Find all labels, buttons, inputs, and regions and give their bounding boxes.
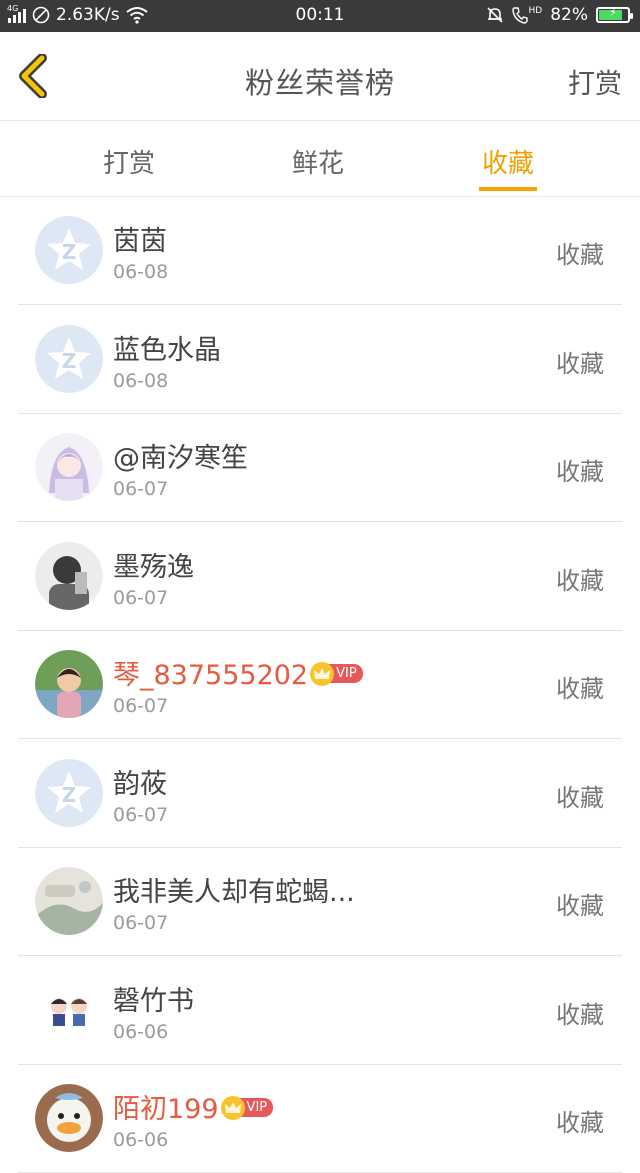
crown-icon xyxy=(310,661,335,686)
avatar[interactable] xyxy=(35,650,103,718)
vip-badge: VIP xyxy=(220,1095,274,1120)
list-item[interactable]: 墨殇逸 06-07 收藏 xyxy=(18,523,622,631)
list-item[interactable]: 琴_837555202 VIP 06-07 收藏 xyxy=(18,631,622,739)
status-bar: 4G 2.63K/s 00:11 HD 82% ⚡ xyxy=(0,0,640,32)
avatar[interactable] xyxy=(35,975,103,1044)
item-date: 06-08 xyxy=(113,369,169,392)
user-name-text: @南汐寒笙 xyxy=(113,443,248,474)
item-date: 06-07 xyxy=(113,586,169,609)
avatar[interactable] xyxy=(35,433,103,501)
favorite-label: 收藏 xyxy=(556,566,604,595)
user-name-text: 琴_837555202 xyxy=(113,660,309,691)
list-item[interactable]: @南汐寒笙 06-07 收藏 xyxy=(18,414,622,522)
favorite-label: 收藏 xyxy=(556,1000,604,1029)
header: 粉丝荣誉榜 打赏 xyxy=(0,32,640,121)
svg-text:Z: Z xyxy=(62,240,77,264)
favorite-label: 收藏 xyxy=(556,675,604,703)
avatar[interactable] xyxy=(35,1084,103,1152)
user-name-text: 陌初199 xyxy=(113,1094,219,1125)
list-item[interactable]: 磬竹书 06-06 收藏 xyxy=(18,957,622,1065)
item-date: 06-06 xyxy=(113,1129,169,1151)
favorite-label: 收藏 xyxy=(556,349,604,378)
mute-bell-icon xyxy=(486,7,503,23)
favorite-label: 收藏 xyxy=(556,241,604,269)
battery-icon: ⚡ xyxy=(596,6,633,23)
list-item[interactable]: Z 韵莜 06-07 收藏 xyxy=(18,740,622,848)
avatar[interactable]: Z xyxy=(35,216,103,284)
user-name: 磬竹书 xyxy=(113,979,194,1018)
signal-icon: 4G xyxy=(7,4,26,23)
no-sim-icon xyxy=(32,6,50,24)
user-name-text: 韵莜 xyxy=(113,768,167,800)
list-item[interactable]: Z 茵茵 06-08 收藏 xyxy=(18,197,622,305)
network-speed: 2.63K/s xyxy=(56,5,120,25)
user-name: @南汐寒笙 xyxy=(113,436,248,475)
item-date: 06-07 xyxy=(113,912,169,934)
page-title: 粉丝荣誉榜 xyxy=(244,66,395,100)
tab-bar: 打赏 鲜花 收藏 xyxy=(0,121,640,197)
user-name: 我非美人却有蛇蝎... xyxy=(113,870,355,909)
avatar[interactable] xyxy=(35,867,103,935)
tab-flowers[interactable]: 鲜花 xyxy=(292,143,344,180)
tab-reward[interactable]: 打赏 xyxy=(103,143,155,180)
favorite-label: 收藏 xyxy=(556,892,604,920)
user-name: 茵茵 xyxy=(113,219,167,258)
avatar[interactable]: Z xyxy=(35,324,103,393)
user-name: 蓝色水晶 xyxy=(113,328,221,367)
favorite-label: 收藏 xyxy=(556,458,604,486)
item-date: 06-07 xyxy=(113,803,169,826)
avatar[interactable]: Z xyxy=(35,758,103,827)
item-date: 06-06 xyxy=(113,1020,169,1043)
reward-button[interactable]: 打赏 xyxy=(568,62,622,101)
user-name-text: 茵茵 xyxy=(113,226,167,257)
user-name-text: 墨殇逸 xyxy=(113,551,194,583)
crown-icon xyxy=(220,1095,245,1120)
list-item[interactable]: 我非美人却有蛇蝎... 06-07 收藏 xyxy=(18,848,622,956)
avatar[interactable] xyxy=(35,541,103,610)
user-name: 陌初199 VIP xyxy=(113,1087,274,1126)
svg-text:Z: Z xyxy=(62,783,77,807)
svg-text:Z: Z xyxy=(62,349,77,373)
item-date: 06-08 xyxy=(113,261,169,283)
list-item[interactable]: 陌初199 VIP 06-06 收藏 xyxy=(18,1065,622,1173)
battery-percent: 82% xyxy=(550,5,588,25)
favorite-label: 收藏 xyxy=(556,783,604,812)
user-name: 韵莜 xyxy=(113,762,167,801)
tab-favorites[interactable]: 收藏 xyxy=(478,143,538,191)
user-name-text: 蓝色水晶 xyxy=(113,334,221,366)
user-name: 墨殇逸 xyxy=(113,545,194,584)
favorite-label: 收藏 xyxy=(556,1109,604,1137)
vip-badge: VIP xyxy=(310,661,363,686)
item-date: 06-07 xyxy=(113,695,169,717)
wifi-icon xyxy=(125,7,148,24)
hd-call-icon: HD xyxy=(511,6,542,24)
user-name: 琴_837555202 VIP xyxy=(113,653,363,692)
user-name-text: 磬竹书 xyxy=(113,985,194,1017)
list-item[interactable]: Z 蓝色水晶 06-08 收藏 xyxy=(18,306,622,414)
user-name-text: 我非美人却有蛇蝎... xyxy=(113,877,355,908)
item-date: 06-07 xyxy=(113,478,169,500)
